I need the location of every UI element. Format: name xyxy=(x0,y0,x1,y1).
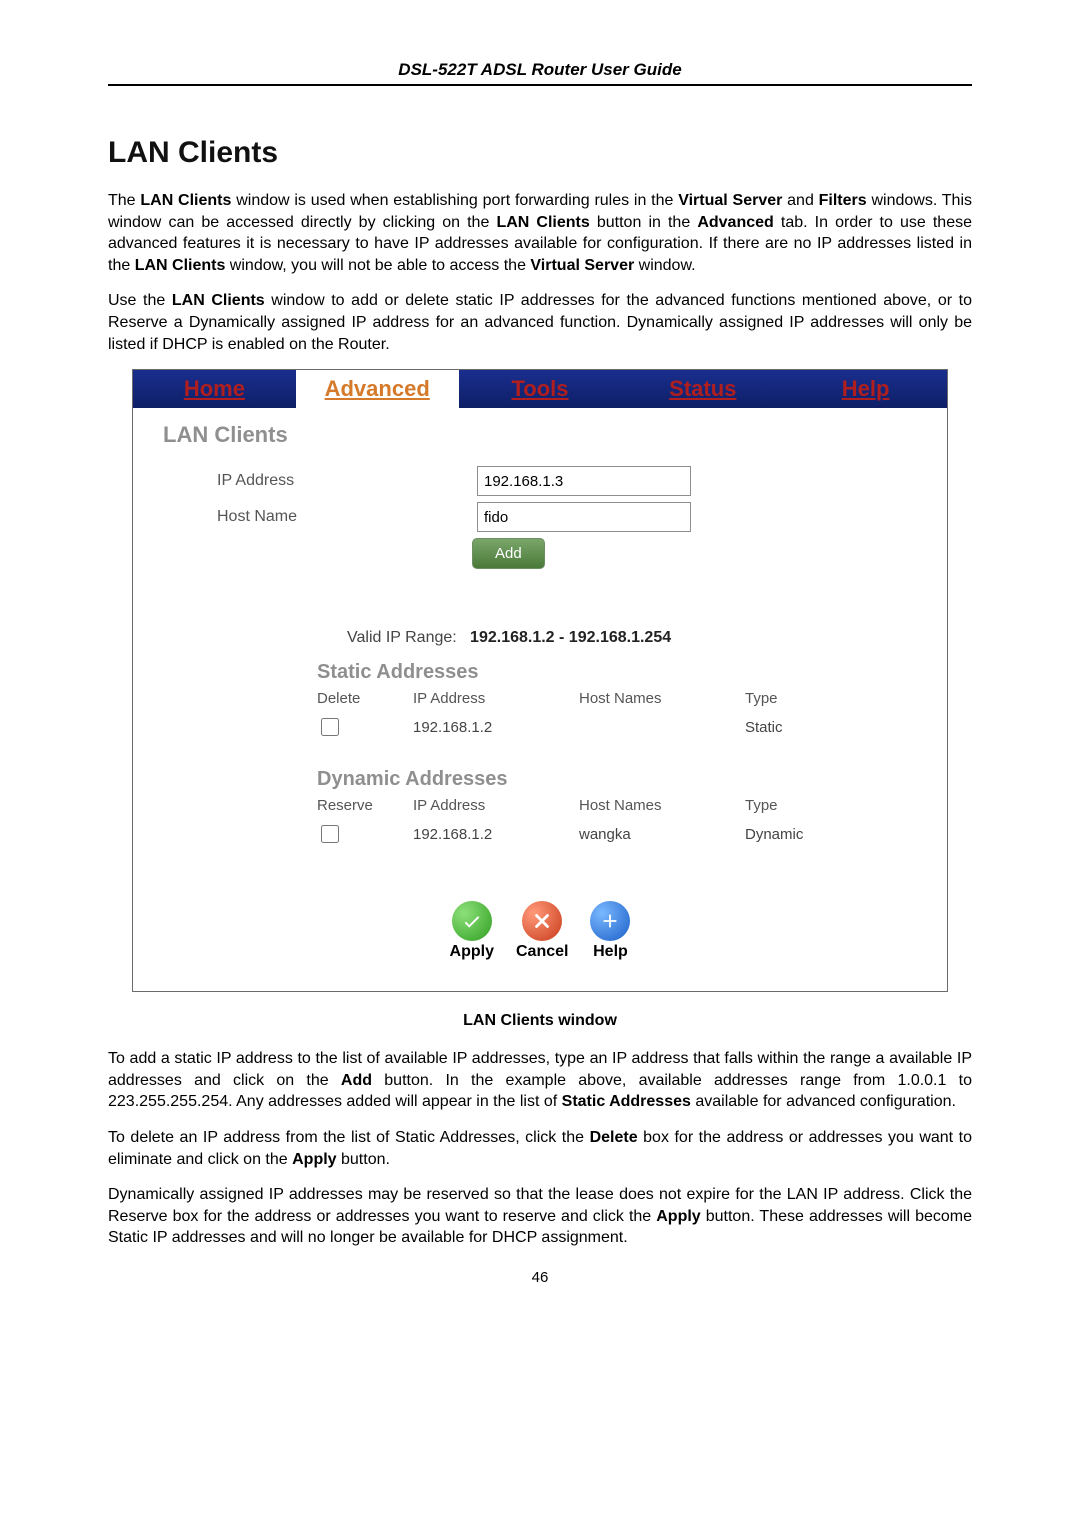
col-ip: IP Address xyxy=(413,793,579,818)
bold: Virtual Server xyxy=(530,257,634,274)
text: Use the xyxy=(108,292,172,309)
bold: Filters xyxy=(819,192,867,209)
col-delete: Delete xyxy=(317,686,413,711)
page-number: 46 xyxy=(108,1269,972,1286)
doc-header-title: DSL-522T ADSL Router User Guide xyxy=(108,60,972,80)
text: window, you will not be able to access t… xyxy=(225,257,530,274)
cell-host: wangka xyxy=(579,818,745,851)
bold: LAN Clients xyxy=(135,257,226,274)
router-admin-screenshot: Home Advanced Tools Status Help LAN Clie… xyxy=(132,369,948,992)
text: To delete an IP address from the list of… xyxy=(108,1129,590,1146)
bold: Add xyxy=(341,1072,372,1089)
reserve-checkbox[interactable] xyxy=(321,825,339,843)
plus-icon xyxy=(590,901,630,941)
apply-button[interactable]: Apply xyxy=(450,901,494,961)
table-row: 192.168.1.2 wangka Dynamic xyxy=(317,818,861,851)
cell-type: Static xyxy=(745,711,861,744)
apply-label: Apply xyxy=(450,943,494,961)
col-type: Type xyxy=(745,686,861,711)
bold: LAN Clients xyxy=(496,214,589,231)
section-heading: LAN Clients xyxy=(108,136,972,170)
cancel-label: Cancel xyxy=(516,943,568,961)
figure-caption: LAN Clients window xyxy=(108,1012,972,1030)
static-addresses-title: Static Addresses xyxy=(317,661,923,684)
bold: Apply xyxy=(656,1208,700,1225)
tab-help[interactable]: Help xyxy=(784,370,947,408)
check-icon xyxy=(452,901,492,941)
col-reserve: Reserve xyxy=(317,793,413,818)
cancel-button[interactable]: Cancel xyxy=(516,901,568,961)
range-from: 192.168.1.2 xyxy=(470,629,555,646)
instructions-delete: To delete an IP address from the list of… xyxy=(108,1127,972,1170)
instructions-reserve: Dynamically assigned IP addresses may be… xyxy=(108,1184,972,1249)
tab-home[interactable]: Home xyxy=(133,370,296,408)
static-addresses-table: Delete IP Address Host Names Type 192.16… xyxy=(317,686,861,744)
table-header-row: Delete IP Address Host Names Type xyxy=(317,686,861,711)
host-name-label: Host Name xyxy=(157,508,477,526)
bold: Delete xyxy=(590,1129,638,1146)
header-rule xyxy=(108,84,972,86)
intro-paragraph-2: Use the LAN Clients window to add or del… xyxy=(108,290,972,355)
bold: Static Addresses xyxy=(562,1093,691,1110)
bold: LAN Clients xyxy=(172,292,265,309)
text: available for advanced configuration. xyxy=(691,1093,956,1110)
table-header-row: Reserve IP Address Host Names Type xyxy=(317,793,861,818)
text: and xyxy=(782,192,818,209)
bold: Apply xyxy=(292,1151,336,1168)
instructions-add: To add a static IP address to the list o… xyxy=(108,1048,972,1113)
cell-host xyxy=(579,711,745,744)
text: window. xyxy=(634,257,695,274)
ip-address-input[interactable] xyxy=(477,466,691,496)
cell-type: Dynamic xyxy=(745,818,861,851)
text: window is used when establishing port fo… xyxy=(231,192,678,209)
cell-ip: 192.168.1.2 xyxy=(413,818,579,851)
add-button[interactable]: Add xyxy=(472,538,545,569)
col-type: Type xyxy=(745,793,861,818)
tab-tools[interactable]: Tools xyxy=(459,370,622,408)
cell-ip: 192.168.1.2 xyxy=(413,711,579,744)
action-row: Apply Cancel Help xyxy=(157,901,923,961)
main-nav: Home Advanced Tools Status Help xyxy=(133,370,947,408)
col-ip: IP Address xyxy=(413,686,579,711)
intro-paragraph-1: The LAN Clients window is used when esta… xyxy=(108,190,972,276)
col-hostnames: Host Names xyxy=(579,793,745,818)
ip-address-label: IP Address xyxy=(157,472,477,490)
help-label: Help xyxy=(593,943,628,961)
valid-ip-range: Valid IP Range: 192.168.1.2 - 192.168.1.… xyxy=(347,629,923,647)
x-icon xyxy=(522,901,562,941)
dynamic-addresses-title: Dynamic Addresses xyxy=(317,768,923,791)
help-button[interactable]: Help xyxy=(590,901,630,961)
text: button. xyxy=(337,1151,390,1168)
bold: Virtual Server xyxy=(678,192,782,209)
bold: Advanced xyxy=(697,214,773,231)
host-name-input[interactable] xyxy=(477,502,691,532)
table-row: 192.168.1.2 Static xyxy=(317,711,861,744)
col-hostnames: Host Names xyxy=(579,686,745,711)
text: button in the xyxy=(590,214,698,231)
tab-status[interactable]: Status xyxy=(621,370,784,408)
delete-checkbox[interactable] xyxy=(321,718,339,736)
range-sep: - xyxy=(555,629,569,646)
range-label: Valid IP Range: xyxy=(347,629,457,646)
bold: LAN Clients xyxy=(140,192,231,209)
dynamic-addresses-table: Reserve IP Address Host Names Type 192.1… xyxy=(317,793,861,851)
range-to: 192.168.1.254 xyxy=(569,629,671,646)
text: The xyxy=(108,192,140,209)
tab-advanced[interactable]: Advanced xyxy=(296,370,459,408)
page-title: LAN Clients xyxy=(163,422,923,448)
